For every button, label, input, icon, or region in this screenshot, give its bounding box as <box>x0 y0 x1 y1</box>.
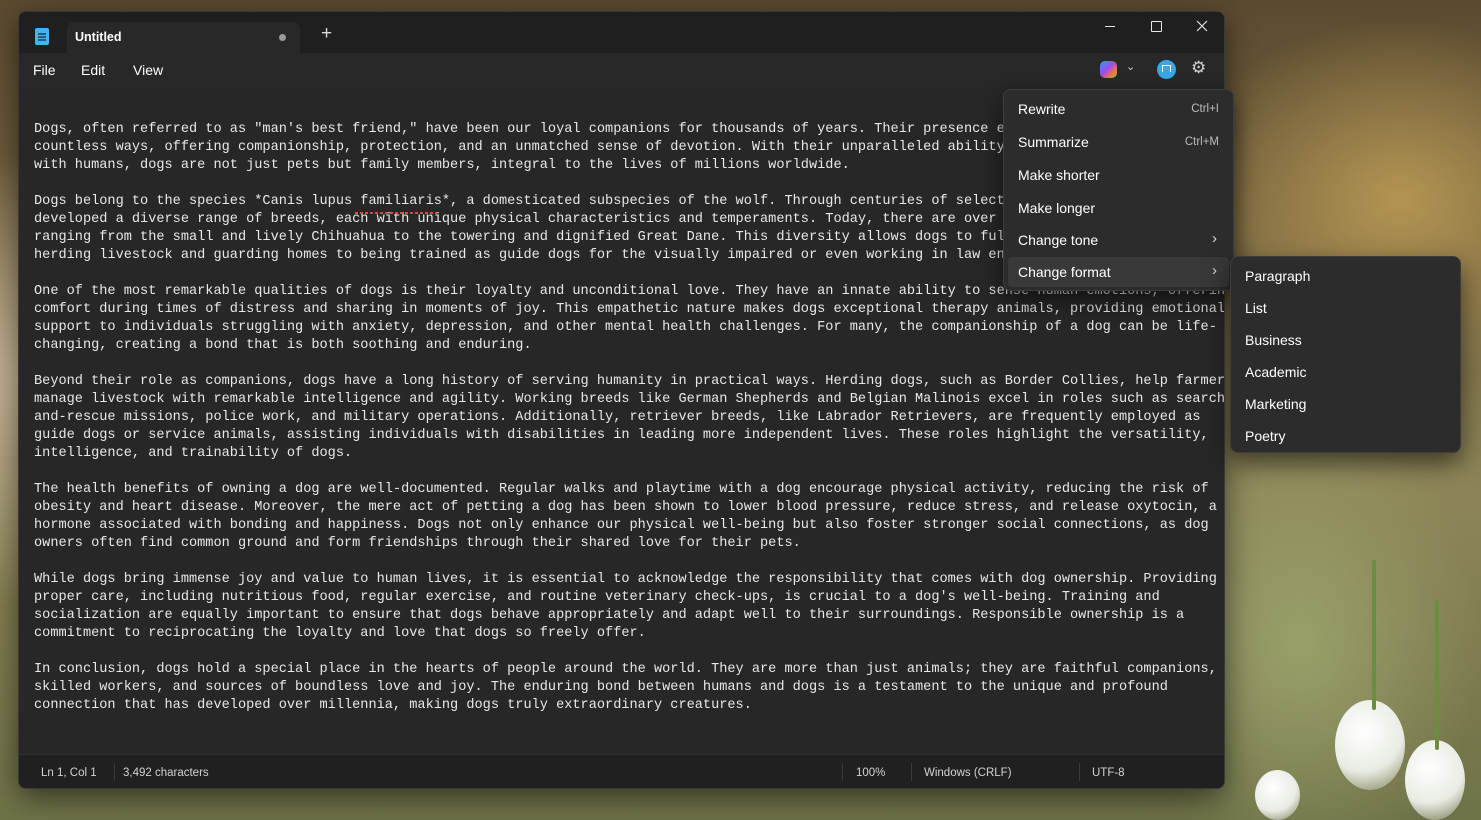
maximize-icon <box>1150 20 1162 32</box>
menu-edit[interactable]: Edit <box>81 62 105 78</box>
chevron-right-icon: › <box>1212 230 1217 247</box>
status-divider <box>842 763 843 781</box>
spellcheck-underline <box>355 212 437 214</box>
zoom-level[interactable]: 100% <box>856 767 885 779</box>
submenu-item-poetry[interactable]: Poetry <box>1235 420 1456 450</box>
menu-item-label: Change tone <box>1018 232 1099 248</box>
submenu-item-label: Academic <box>1245 364 1307 380</box>
rewrite-menu: Rewrite Ctrl+I Summarize Ctrl+M Make sho… <box>1003 89 1234 291</box>
status-bar: Ln 1, Col 1 3,492 characters 100% Window… <box>19 754 1224 788</box>
menu-file[interactable]: File <box>33 62 56 78</box>
menu-item-label: Make shorter <box>1018 167 1100 183</box>
menu-item-label: Make longer <box>1018 200 1096 216</box>
submenu-item-label: Business <box>1245 332 1302 348</box>
submenu-item-label: Paragraph <box>1245 268 1311 284</box>
menu-item-label: Summarize <box>1018 134 1089 150</box>
submenu-item-paragraph[interactable]: Paragraph <box>1235 260 1456 290</box>
menu-view[interactable]: View <box>133 62 163 78</box>
menu-item-make-shorter[interactable]: Make shorter <box>1008 160 1229 190</box>
notepad-app-icon <box>35 28 49 45</box>
menu-item-label: Change format <box>1018 264 1111 280</box>
status-divider <box>114 763 115 781</box>
close-button[interactable] <box>1179 12 1224 42</box>
chevron-right-icon: › <box>1212 262 1217 279</box>
submenu-item-label: Poetry <box>1245 428 1286 444</box>
background-flower <box>1255 770 1300 820</box>
menu-item-label: Rewrite <box>1018 101 1066 117</box>
submenu-item-business[interactable]: Business <box>1235 324 1456 354</box>
title-bar: Untitled + <box>19 12 1224 53</box>
encoding[interactable]: UTF-8 <box>1092 767 1125 779</box>
background-flower <box>1335 700 1405 790</box>
status-divider <box>1079 763 1080 781</box>
background-stem <box>1435 600 1439 750</box>
editor-paragraph: Beyond their role as companions, dogs ha… <box>34 374 1224 461</box>
tab-title: Untitled <box>75 30 122 44</box>
menu-bar: File Edit View ⌄ ⚙ <box>19 53 1224 87</box>
editor-paragraph: The health benefits of owning a dog are … <box>34 482 1217 551</box>
cursor-position[interactable]: Ln 1, Col 1 <box>41 767 97 779</box>
copilot-icon[interactable] <box>1100 61 1117 78</box>
editor-paragraph: While dogs bring immense joy and value t… <box>34 572 1217 641</box>
background-stem <box>1372 560 1376 710</box>
submenu-item-label: List <box>1245 300 1267 316</box>
submenu-item-label: Marketing <box>1245 396 1307 412</box>
minimize-button[interactable] <box>1087 12 1133 42</box>
submenu-item-marketing[interactable]: Marketing <box>1235 388 1456 418</box>
background-flower <box>1405 740 1465 820</box>
line-ending[interactable]: Windows (CRLF) <box>924 767 1012 779</box>
chevron-down-icon[interactable]: ⌄ <box>1126 60 1135 73</box>
minimize-icon <box>1105 25 1115 27</box>
menu-item-change-tone[interactable]: Change tone › <box>1008 225 1229 255</box>
shortcut-label: Ctrl+I <box>1191 103 1219 115</box>
menu-item-summarize[interactable]: Summarize Ctrl+M <box>1008 127 1229 157</box>
shortcut-label: Ctrl+M <box>1184 136 1219 148</box>
status-divider <box>911 763 912 781</box>
submenu-item-list[interactable]: List <box>1235 292 1456 322</box>
submenu-item-academic[interactable]: Academic <box>1235 356 1456 386</box>
menu-item-make-longer[interactable]: Make longer <box>1008 193 1229 223</box>
maximize-button[interactable] <box>1133 12 1179 42</box>
editor-paragraph: In conclusion, dogs hold a special place… <box>34 662 1217 713</box>
editor-paragraph: One of the most remarkable qualities of … <box>34 284 1224 353</box>
unsaved-dot-icon[interactable] <box>279 34 286 41</box>
menu-item-change-format[interactable]: Change format › <box>1008 257 1229 287</box>
rewrite-icon[interactable] <box>1157 60 1176 79</box>
editor-paragraph: Dogs, often referred to as "man's best f… <box>34 122 1021 173</box>
character-count[interactable]: 3,492 characters <box>123 767 209 779</box>
tab-untitled[interactable]: Untitled <box>67 22 300 53</box>
gear-icon[interactable]: ⚙ <box>1191 58 1206 78</box>
new-tab-button[interactable]: + <box>321 24 332 43</box>
menu-item-rewrite[interactable]: Rewrite Ctrl+I <box>1008 94 1229 124</box>
close-icon <box>1196 20 1208 32</box>
change-format-submenu: Paragraph List Business Academic Marketi… <box>1230 256 1461 453</box>
editor-paragraph: Dogs belong to the species *Canis lupus … <box>34 194 1022 263</box>
